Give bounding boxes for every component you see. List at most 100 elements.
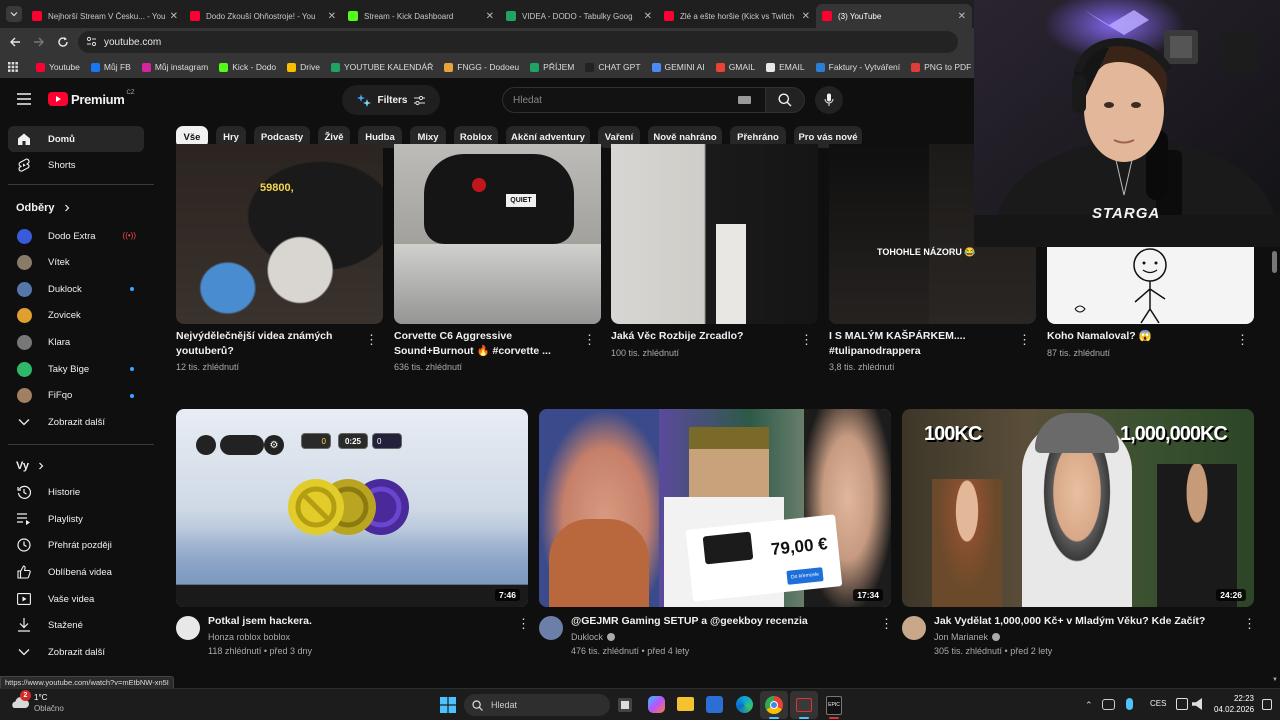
video-thumbnail[interactable]: QUIET <box>394 144 601 324</box>
edge-icon[interactable] <box>736 696 753 713</box>
you-heading[interactable]: Vy <box>16 460 45 472</box>
close-tab-icon[interactable]: ✕ <box>958 11 966 22</box>
sidebar-subscription-item[interactable]: Zovicek <box>8 303 144 329</box>
bookmark-item[interactable]: Drive <box>287 62 320 72</box>
epic-games-taskbar-button[interactable]: EPIC <box>820 691 848 719</box>
chrome-taskbar-button[interactable] <box>760 691 788 719</box>
hamburger-menu-icon[interactable] <box>17 93 31 105</box>
browser-tab[interactable]: Stream - Kick Dashboard ✕ <box>342 4 500 28</box>
browser-tab[interactable]: VIDEA - DODO - Tabulky Goog ✕ <box>500 4 658 28</box>
outlook-icon[interactable] <box>706 696 723 713</box>
subscriptions-heading[interactable]: Odběry <box>16 202 71 214</box>
more-options-icon[interactable]: ⋮ <box>880 616 893 632</box>
sidebar-item-playlists[interactable]: Playlisty <box>8 506 144 532</box>
sidebar-item-show-more[interactable]: Zobrazit další <box>8 639 144 665</box>
browser-tab[interactable]: Zlé a ešte horšie (Kick vs Twitch ✕ <box>658 4 816 28</box>
reload-icon[interactable] <box>56 35 70 49</box>
video-thumbnail[interactable] <box>1047 247 1254 324</box>
sidebar-subscription-item[interactable]: Klara <box>8 329 144 355</box>
video-title[interactable]: Corvette C6 Aggressive Sound+Burnout 🔥 #c… <box>394 329 574 359</box>
close-tab-icon[interactable]: ✕ <box>802 11 810 22</box>
weather-widget[interactable]: 2 1°C Oblačno <box>8 690 64 714</box>
forward-icon[interactable] <box>32 35 46 49</box>
sidebar-subscription-item[interactable]: FiFqo <box>8 383 144 409</box>
apps-grid-icon[interactable] <box>8 62 18 72</box>
obs-taskbar-button[interactable] <box>790 691 818 719</box>
video-thumbnail[interactable]: 100KC 1,000,000KC 24:26 <box>902 409 1254 607</box>
more-options-icon[interactable]: ⋮ <box>1236 332 1249 348</box>
sidebar-item-downloads[interactable]: Stažené <box>8 612 144 638</box>
scroll-down-arrow-icon[interactable]: ▼ <box>1272 677 1278 683</box>
bookmark-item[interactable]: PŘÍJEM <box>530 62 574 72</box>
video-title[interactable]: Koho Namaloval? 😱 <box>1047 329 1227 344</box>
bookmark-item[interactable]: PNG to PDF <box>911 62 971 72</box>
sidebar-subscription-item[interactable]: Duklock <box>8 276 144 302</box>
bookmark-item[interactable]: CHAT GPT <box>585 62 641 72</box>
network-icon[interactable] <box>1176 698 1188 710</box>
sidebar-item-watch-later[interactable]: Přehrát později <box>8 532 144 558</box>
bookmark-item[interactable]: Kick - Dodo <box>219 62 276 72</box>
video-title[interactable]: Jaká Věc Rozbije Zrcadlo? <box>611 329 791 344</box>
more-options-icon[interactable]: ⋮ <box>517 616 530 632</box>
sidebar-subscription-item[interactable]: Vítek <box>8 250 144 276</box>
video-thumbnail[interactable] <box>611 144 818 324</box>
keyboard-icon[interactable] <box>738 96 751 104</box>
address-bar[interactable]: youtube.com <box>78 31 958 53</box>
sidebar-item-home[interactable]: Domů <box>8 126 144 152</box>
more-options-icon[interactable]: ⋮ <box>365 332 378 348</box>
bookmark-item[interactable]: Můj instagram <box>141 62 208 72</box>
tab-search-icon[interactable] <box>6 6 22 22</box>
sidebar-item-shorts[interactable]: Shorts <box>8 152 144 178</box>
video-title[interactable]: I S MALÝM KAŠPÁRKEM.... #tulipanodrappera <box>829 329 1009 359</box>
taskbar-search-box[interactable]: Hledat <box>464 694 610 716</box>
scrollbar-thumb[interactable] <box>1272 251 1277 273</box>
channel-avatar[interactable] <box>176 616 200 640</box>
page-scrollbar[interactable]: ▼ <box>1270 247 1280 687</box>
task-view-icon[interactable] <box>618 698 632 712</box>
bookmark-item[interactable]: GEMINI AI <box>651 62 705 72</box>
browser-tab[interactable]: Nejhorší Stream V Česku... - You ✕ <box>26 4 184 28</box>
more-options-icon[interactable]: ⋮ <box>800 332 813 348</box>
bookmark-item[interactable]: GMAIL <box>715 62 755 72</box>
back-icon[interactable] <box>8 35 22 49</box>
language-indicator[interactable]: CES <box>1150 699 1166 708</box>
video-title[interactable]: @GEJMR Gaming SETUP a @geekboy recenzia <box>571 614 871 629</box>
browser-tab[interactable]: Dodo Zkouší Ohňostroje! - You ✕ <box>184 4 342 28</box>
close-tab-icon[interactable]: ✕ <box>644 11 652 22</box>
channel-name[interactable]: Duklock <box>571 630 616 644</box>
channel-avatar[interactable] <box>539 616 563 640</box>
more-options-icon[interactable]: ⋮ <box>1018 332 1031 348</box>
bookmark-item[interactable]: FNGG - Dodoeu <box>444 62 519 72</box>
chevron-up-icon[interactable]: ⌃ <box>1085 700 1093 711</box>
more-options-icon[interactable]: ⋮ <box>583 332 596 348</box>
bookmark-item[interactable]: Můj FB <box>90 62 131 72</box>
channel-name[interactable]: Honza roblox boblox <box>208 630 290 644</box>
microphone-tray-icon[interactable] <box>1126 698 1133 710</box>
youtube-premium-logo[interactable]: Premium CZ <box>48 90 135 107</box>
sidebar-subscription-item[interactable]: Taky Bige <box>8 356 144 382</box>
video-thumbnail[interactable]: ⚙ 0 0:25 0 7:46 <box>176 409 528 607</box>
filters-button[interactable]: Filters <box>342 85 440 115</box>
video-title[interactable]: Jak Vydělat 1,000,000 Kč+ v Mladým Věku?… <box>934 614 1234 629</box>
video-thumbnail[interactable]: 79,00 € Do kŕemcele 17:34 <box>539 409 891 607</box>
file-explorer-icon[interactable] <box>677 697 694 711</box>
browser-tab-active[interactable]: (3) YouTube ✕ <box>816 4 972 28</box>
windows-start-icon[interactable] <box>440 697 456 713</box>
site-info-icon[interactable] <box>86 36 97 47</box>
close-tab-icon[interactable]: ✕ <box>170 11 178 22</box>
video-title[interactable]: Potkal jsem hackera. <box>208 614 508 629</box>
search-input[interactable]: Hledat <box>502 87 766 113</box>
bookmark-item[interactable]: YOUTUBE KALENDÁŘ <box>330 62 433 72</box>
copilot-icon[interactable] <box>648 696 665 713</box>
bookmark-item[interactable]: EMAIL <box>766 62 805 72</box>
notification-bell-icon[interactable] <box>1262 699 1272 710</box>
search-button[interactable] <box>765 87 805 113</box>
channel-name[interactable]: Jon Marianek <box>934 630 1001 644</box>
sidebar-item-liked[interactable]: Oblíbená videa <box>8 559 144 585</box>
bookmark-item[interactable]: Faktury - Vytváření <box>815 62 900 72</box>
close-tab-icon[interactable]: ✕ <box>486 11 494 22</box>
video-title[interactable]: Nejvýdělečnější videa známých youtuberů? <box>176 329 356 359</box>
close-tab-icon[interactable]: ✕ <box>328 11 336 22</box>
sync-icon[interactable] <box>1102 699 1115 710</box>
clock[interactable]: 22:23 04.02.2026 <box>1214 693 1254 715</box>
